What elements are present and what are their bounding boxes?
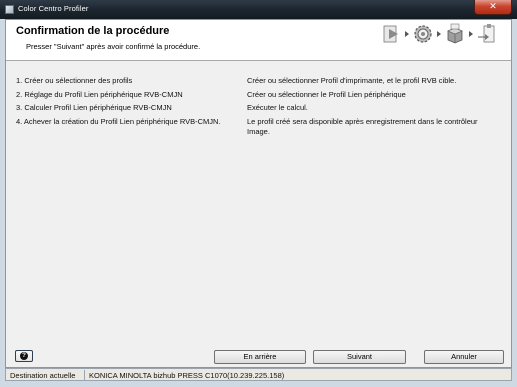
gear-step-icon xyxy=(414,25,432,43)
window-title: Color Centro Profiler xyxy=(18,4,89,13)
app-icon xyxy=(5,5,14,14)
step-description: Exécuter le calcul. xyxy=(247,103,308,112)
page-title: Confirmation de la procédure xyxy=(16,25,170,37)
step-arrow-icon xyxy=(469,31,473,37)
procedure-list: 1. Créer ou sélectionner des profils Cré… xyxy=(6,61,511,333)
wizard-panel: Confirmation de la procédure Presser "Su… xyxy=(5,19,512,368)
step-description: Créer ou sélectionner le Profil Lien pér… xyxy=(247,90,406,99)
package-step-icon xyxy=(447,23,463,44)
step-label: 2. Réglage du Profil Lien périphérique R… xyxy=(16,90,183,99)
step-label: 4. Achever la création du Profil Lien pé… xyxy=(16,117,221,126)
wizard-steps xyxy=(381,23,503,45)
play-step-icon xyxy=(383,25,398,43)
step-arrow-icon xyxy=(437,31,441,37)
wizard-header: Confirmation de la procédure Presser "Su… xyxy=(6,20,511,61)
title-bar[interactable]: Color Centro Profiler ✕ xyxy=(0,0,517,19)
step-label: 1. Créer ou sélectionner des profils xyxy=(16,76,133,85)
next-button[interactable]: Suivant xyxy=(313,350,406,364)
page-subtitle: Presser "Suivant" après avoir confirmé l… xyxy=(26,42,201,51)
status-bar: Destination actuelle KONICA MINOLTA bizh… xyxy=(5,368,512,381)
application-window: Color Centro Profiler ✕ Confirmation de … xyxy=(0,0,517,387)
back-button[interactable]: En arrière xyxy=(214,350,306,364)
step-arrow-icon xyxy=(405,31,409,37)
status-destination: KONICA MINOLTA bizhub PRESS C1070(10.239… xyxy=(89,371,285,380)
step-description: Le profil créé sera disponible après enr… xyxy=(247,117,478,136)
help-icon: ? xyxy=(20,352,28,360)
help-button[interactable]: ? xyxy=(15,350,33,362)
status-divider xyxy=(84,370,85,380)
cancel-button[interactable]: Annuler xyxy=(424,350,504,364)
close-button[interactable]: ✕ xyxy=(474,0,512,15)
export-step-icon xyxy=(478,24,495,43)
status-label: Destination actuelle xyxy=(10,371,76,380)
step-description: Créer ou sélectionner Profil d'imprimant… xyxy=(247,76,457,85)
step-label: 3. Calculer Profil Lien périphérique RVB… xyxy=(16,103,172,112)
